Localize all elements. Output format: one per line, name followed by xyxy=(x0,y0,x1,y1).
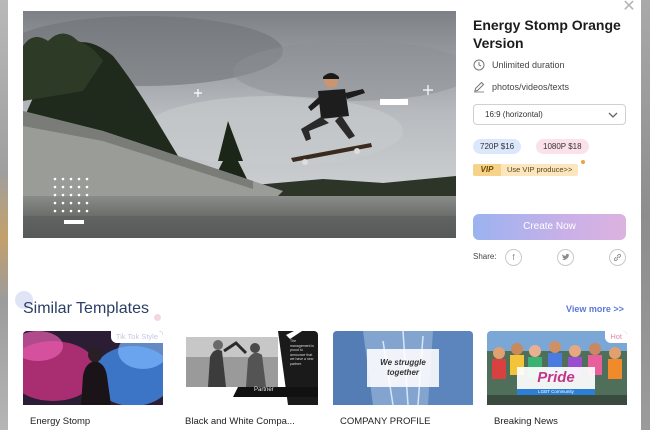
similar-templates-heading: Similar Templates xyxy=(23,300,149,317)
template-card-company-profile[interactable]: We struggle together COMPANY PROFILE xyxy=(333,331,473,430)
clock-icon xyxy=(473,59,485,71)
aspect-ratio-value: 16:9 (horizontal) xyxy=(485,110,543,119)
link-icon[interactable] xyxy=(609,249,626,266)
twitter-icon[interactable] xyxy=(557,249,574,266)
template-card-energy-stomp[interactable]: Tik Tok Style Energy Stomp xyxy=(23,331,163,430)
price-1080p-chip[interactable]: 1080P $18 xyxy=(536,139,589,154)
decorative-dot xyxy=(154,314,161,321)
media-row: photos/videos/texts xyxy=(473,80,569,94)
template-thumbnail: The management is proud to announce that… xyxy=(178,331,318,405)
duration-text: Unlimited duration xyxy=(492,60,565,70)
template-modal: ✕ Energy Stomp Orange Version Unlimited … xyxy=(8,0,641,430)
vip-badge: VIP xyxy=(473,164,501,176)
template-title: Energy Stomp Orange Version xyxy=(473,17,621,51)
duration-row: Unlimited duration xyxy=(473,58,565,72)
template-card-title: COMPANY PROFILE xyxy=(340,416,431,427)
template-thumbnail: We struggle together xyxy=(333,331,473,405)
template-card-title: Breaking News xyxy=(494,416,558,427)
media-text: photos/videos/texts xyxy=(492,82,570,92)
facebook-icon[interactable]: f xyxy=(505,249,522,266)
template-card-black-and-white-company[interactable]: The management is proud to announce that… xyxy=(178,331,318,430)
backdrop-left xyxy=(0,0,8,430)
chevron-down-icon xyxy=(607,106,619,124)
vip-produce-link[interactable]: Use VIP produce>> xyxy=(501,164,579,176)
price-720p-chip[interactable]: 720P $16 xyxy=(473,139,522,154)
close-icon[interactable]: ✕ xyxy=(622,0,636,15)
tiktok-style-tag: Tik Tok Style xyxy=(110,331,163,343)
aspect-ratio-select[interactable]: 16:9 (horizontal) xyxy=(473,104,626,125)
we-struggle-together-text: We struggle together xyxy=(380,358,426,377)
backdrop-right xyxy=(641,0,650,430)
hot-tag: Hot xyxy=(605,331,627,343)
pencil-icon xyxy=(473,81,485,93)
template-thumbnail: Pride LGBT Community Hot xyxy=(487,331,627,405)
partner-label: Partner xyxy=(254,387,274,393)
view-more-link[interactable]: View more >> xyxy=(566,304,624,314)
template-card-title: Black and White Compa... xyxy=(185,416,295,427)
template-preview-image xyxy=(23,11,456,238)
share-label: Share: xyxy=(473,252,497,261)
template-card-breaking-news[interactable]: Pride LGBT Community Hot Breaking News xyxy=(487,331,627,430)
template-card-title: Energy Stomp xyxy=(30,416,91,427)
create-now-button[interactable]: Create Now xyxy=(473,214,626,240)
vip-notification-dot xyxy=(581,160,585,164)
template-thumbnail: Tik Tok Style xyxy=(23,331,163,405)
pride-banner-text: Pride xyxy=(537,369,575,386)
lgbt-community-text: LGBT Community xyxy=(538,389,574,394)
partner-announcement-text: The management is proud to announce that… xyxy=(290,339,314,366)
